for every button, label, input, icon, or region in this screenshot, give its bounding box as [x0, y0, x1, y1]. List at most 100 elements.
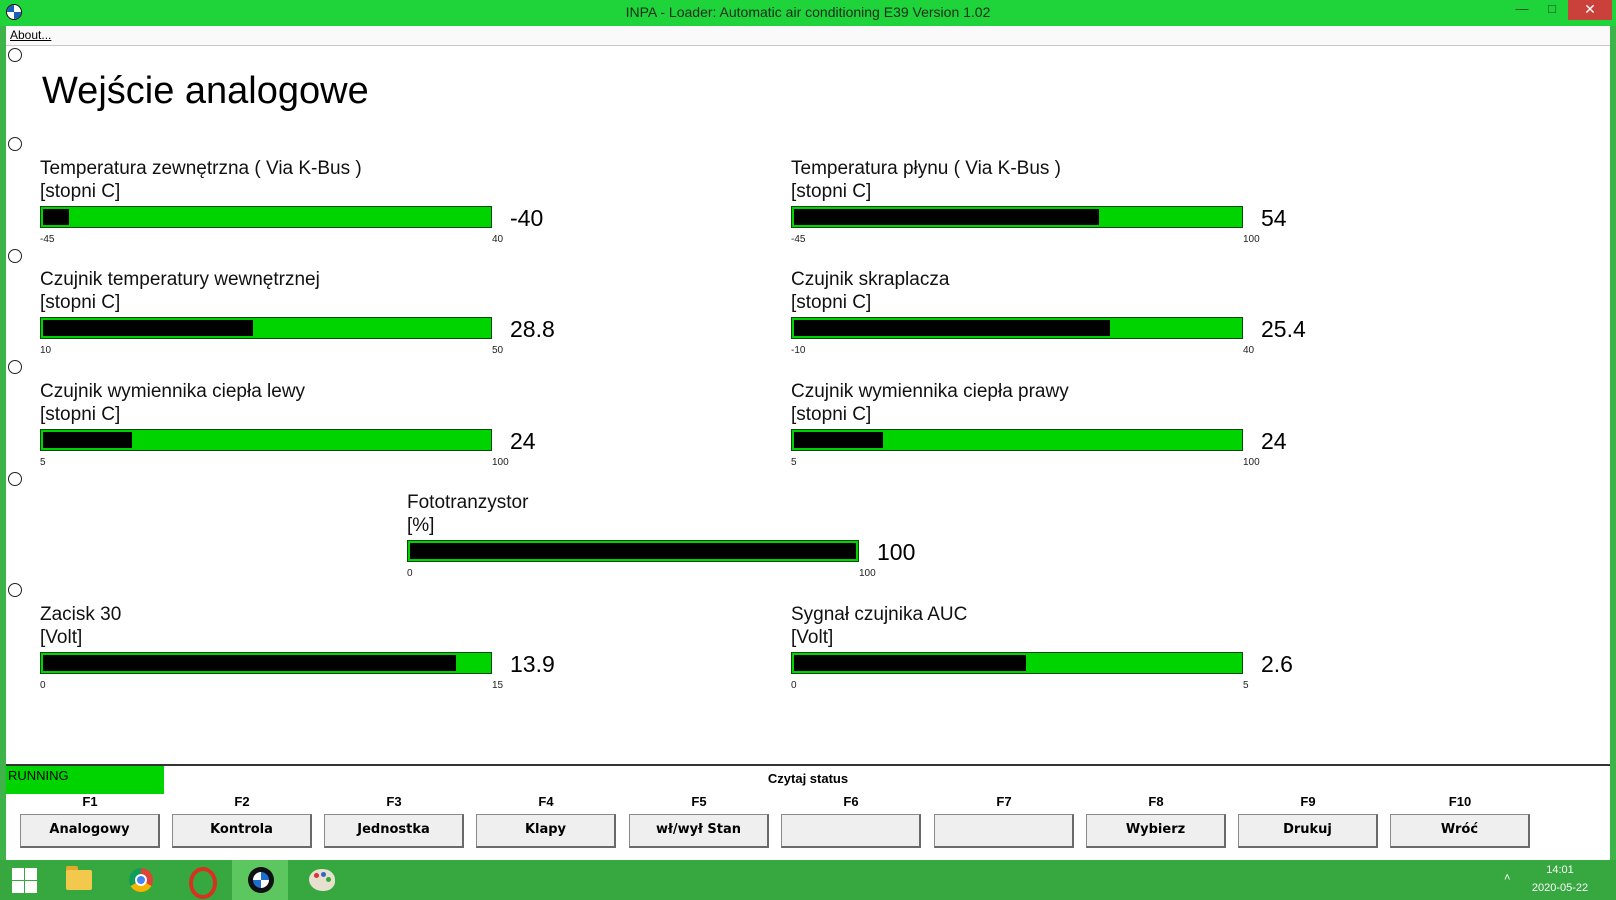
gauge-label: Fototranzystor — [407, 492, 529, 513]
opera-icon[interactable] — [172, 860, 228, 900]
chrome-icon[interactable] — [112, 860, 168, 900]
gauge-unit: [stopni C] — [791, 292, 872, 313]
close-button[interactable]: ✕ — [1568, 0, 1612, 20]
wybierz-button[interactable]: Wybierz — [1086, 814, 1226, 848]
gauge-fill — [43, 320, 253, 336]
minimize-button[interactable]: — — [1508, 0, 1536, 20]
gauge-unit: [Volt] — [791, 627, 834, 648]
fkey-label: F7 — [996, 794, 1012, 809]
gauge-max: 40 — [1243, 345, 1255, 356]
line-marker — [8, 48, 22, 62]
gauge-phototransistor: Fototranzystor [%] 0 100 100 — [407, 492, 927, 592]
line-marker — [8, 360, 22, 374]
jednostka-button[interactable]: Jednostka — [324, 814, 464, 848]
gauge-unit: [stopni C] — [791, 404, 872, 425]
gauge-max: 15 — [492, 680, 504, 691]
gauge-fill — [794, 655, 1026, 671]
klapy-button[interactable]: Klapy — [476, 814, 616, 848]
gauge-min: 5 — [40, 457, 46, 468]
gauge-condenser-sensor: Czujnik skraplacza [stopni C] -10 40 25.4 — [791, 269, 1311, 369]
gauge-fill — [794, 320, 1110, 336]
bmw-inpa-icon[interactable] — [232, 860, 288, 900]
gauge-label: Temperatura zewnętrzna ( Via K-Bus ) — [40, 158, 362, 179]
gauge-min: -45 — [40, 234, 55, 245]
fkey-label: F5 — [691, 794, 707, 809]
gauge-value: 28.8 — [510, 316, 555, 342]
gauge-bar — [40, 206, 492, 228]
menu-about[interactable]: About... — [10, 28, 51, 42]
f6-button[interactable] — [781, 814, 921, 848]
fkey-label: F2 — [234, 794, 250, 809]
analogowy-button[interactable]: Analogowy — [20, 814, 160, 848]
fkey-f10: F10 Wróć — [1390, 794, 1530, 860]
page-title: Wejście analogowe — [42, 70, 369, 112]
kontrola-button[interactable]: Kontrola — [172, 814, 312, 848]
fkey-label: F9 — [1300, 794, 1316, 809]
gauge-auc-sensor: Sygnał czujnika AUC [Volt] 0 5 2.6 — [791, 604, 1311, 704]
fkey-f8: F8 Wybierz — [1086, 794, 1226, 860]
fkey-f5: F5 wł/wył Stan — [629, 794, 769, 860]
gauge-bar — [791, 206, 1243, 228]
gauge-label: Czujnik wymiennika ciepła prawy — [791, 381, 1069, 402]
gauge-label: Czujnik temperatury wewnętrznej — [40, 269, 320, 290]
clock-date[interactable]: 2020-05-22 — [1520, 882, 1600, 894]
gauge-fill — [43, 209, 69, 225]
toggle-status-button[interactable]: wł/wył Stan — [629, 814, 769, 848]
gauge-value: 13.9 — [510, 651, 555, 677]
gauge-coolant-temperature: Temperatura płynu ( Via K-Bus ) [stopni C… — [791, 158, 1311, 258]
fkey-f6: F6 — [781, 794, 921, 860]
gauge-fill — [794, 432, 883, 448]
gauge-min: 0 — [791, 680, 797, 691]
gauge-fill — [43, 432, 132, 448]
gauge-min: 5 — [791, 457, 797, 468]
gauge-min: -45 — [791, 234, 806, 245]
wroc-button[interactable]: Wróć — [1390, 814, 1530, 848]
fkey-f3: F3 Jednostka — [324, 794, 464, 860]
fkey-label: F8 — [1148, 794, 1164, 809]
fkey-f4: F4 Klapy — [476, 794, 616, 860]
gauge-bar — [791, 652, 1243, 674]
f7-button[interactable] — [934, 814, 1074, 848]
gauge-bar — [40, 652, 492, 674]
tray-chevron-icon[interactable]: ˄ — [1504, 872, 1510, 884]
maximize-button[interactable]: □ — [1538, 0, 1566, 20]
gauge-fill — [410, 543, 856, 559]
gauge-unit: [stopni C] — [791, 181, 872, 202]
gauge-bar — [791, 429, 1243, 451]
paint-icon[interactable] — [292, 860, 348, 900]
gauge-unit: [stopni C] — [40, 292, 121, 313]
status-line: RUNNING Czytaj status — [6, 764, 1610, 796]
gauge-fill — [794, 209, 1099, 225]
fkey-f1: F1 Analogowy — [20, 794, 160, 860]
taskbar: ˄ 14:01 2020-05-22 — [0, 860, 1616, 900]
gauge-unit: [stopni C] — [40, 181, 121, 202]
gauge-max: 100 — [1243, 234, 1260, 245]
gauge-terminal-30: Zacisk 30 [Volt] 0 15 13.9 — [40, 604, 560, 704]
menu-bar: About... — [6, 26, 1610, 46]
gauge-unit: [Volt] — [40, 627, 83, 648]
gauge-max: 100 — [492, 457, 509, 468]
gauge-unit: [%] — [407, 515, 435, 536]
gauge-outside-temperature: Temperatura zewnętrzna ( Via K-Bus ) [sto… — [40, 158, 560, 258]
title-bar: INPA - Loader: Automatic air conditionin… — [0, 0, 1616, 26]
gauge-bar — [40, 317, 492, 339]
fkey-f9: F9 Drukuj — [1238, 794, 1378, 860]
fkey-label: F3 — [386, 794, 402, 809]
gauge-max: 40 — [492, 234, 504, 245]
fkey-f7: F7 — [934, 794, 1074, 860]
clock-time[interactable]: 14:01 — [1520, 864, 1600, 876]
fkey-f2: F2 Kontrola — [172, 794, 312, 860]
status-caption: Czytaj status — [767, 771, 849, 786]
line-marker — [8, 583, 22, 597]
gauge-max: 100 — [859, 568, 876, 579]
window-title: INPA - Loader: Automatic air conditionin… — [625, 4, 991, 20]
function-key-bar: F1 Analogowy F2 Kontrola F3 Jednostka F4… — [6, 794, 1610, 860]
fkey-label: F10 — [1448, 794, 1472, 809]
fkey-label: F4 — [538, 794, 554, 809]
file-explorer-icon[interactable] — [50, 860, 106, 900]
gauge-heater-core-left: Czujnik wymiennika ciepła lewy [stopni C]… — [40, 381, 560, 481]
drukuj-button[interactable]: Drukuj — [1238, 814, 1378, 848]
line-marker — [8, 472, 22, 486]
windows-start-icon[interactable] — [0, 860, 56, 900]
gauge-value: -40 — [510, 205, 544, 231]
